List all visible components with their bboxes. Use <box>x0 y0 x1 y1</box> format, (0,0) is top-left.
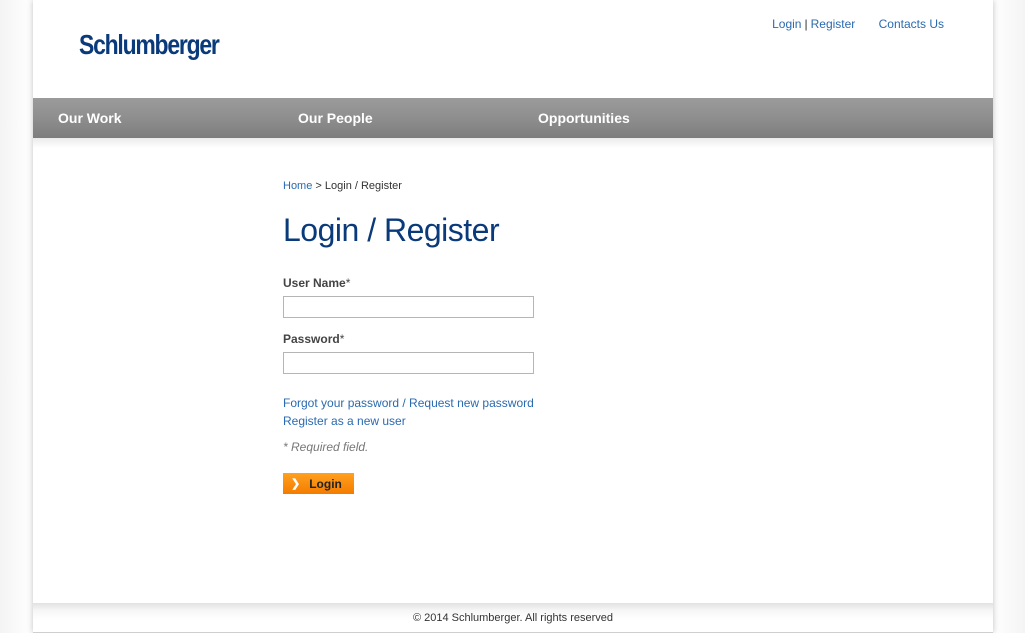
top-links: Login | Register Contacts Us <box>772 17 944 31</box>
breadcrumb-current: Login / Register <box>324 180 402 192</box>
copyright-text: © 2014 Schlumberger. All rights reserved <box>412 612 614 624</box>
login-button-label: Login <box>309 476 342 491</box>
nav-item-our-people[interactable]: Our People <box>298 98 373 138</box>
register-new-user-link[interactable]: Register as a new user <box>283 412 883 430</box>
forgot-password-link[interactable]: Forgot your password / Request new passw… <box>283 394 883 412</box>
username-label: User Name* <box>283 276 351 290</box>
required-field-note: * Required field. <box>283 440 369 454</box>
nav-shadow <box>33 138 993 148</box>
main-nav: Our Work Our People Opportunities <box>33 98 993 138</box>
required-mark: * <box>345 276 351 290</box>
breadcrumb-home[interactable]: Home <box>283 180 312 192</box>
login-button[interactable]: ❯ Login <box>283 473 354 494</box>
breadcrumb-separator: > <box>315 180 322 192</box>
nav-item-our-work[interactable]: Our Work <box>58 98 122 138</box>
footer: © 2014 Schlumberger. All rights reserved <box>33 603 993 633</box>
required-mark: * <box>339 332 345 346</box>
login-form: User Name* Password* Forgot your passwor… <box>283 276 883 494</box>
chevron-right-icon: ❯ <box>291 478 301 490</box>
account-links: Forgot your password / Request new passw… <box>283 394 883 430</box>
header: Schlumberger Login | Register Contacts Us <box>33 0 993 98</box>
register-link[interactable]: Register <box>811 17 856 31</box>
page-title: Login / Register <box>283 212 500 248</box>
nav-item-opportunities[interactable]: Opportunities <box>538 98 630 138</box>
breadcrumb: Home > Login / Register <box>283 180 883 192</box>
password-label: Password* <box>283 332 345 346</box>
schlumberger-logo[interactable]: Schlumberger <box>79 27 220 63</box>
contacts-link[interactable]: Contacts Us <box>879 17 944 31</box>
main-content: Home > Login / Register Login / Register… <box>283 180 883 494</box>
page-container: Schlumberger Login | Register Contacts Us … <box>33 0 993 633</box>
login-link[interactable]: Login <box>772 17 801 31</box>
password-input[interactable] <box>283 352 534 374</box>
link-separator: | <box>804 17 808 31</box>
username-input[interactable] <box>283 296 534 318</box>
